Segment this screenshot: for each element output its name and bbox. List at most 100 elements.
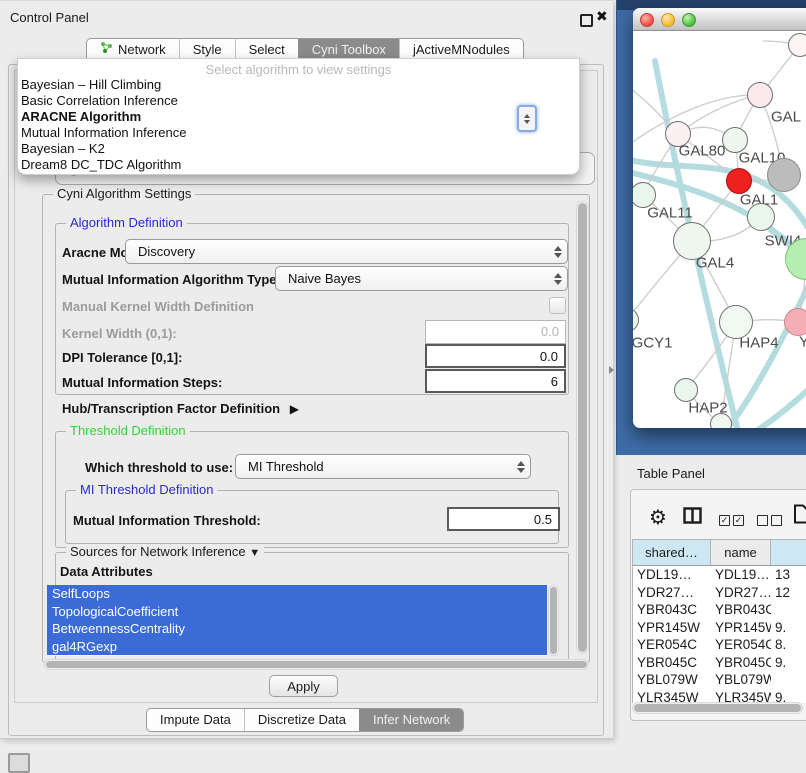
sources-title[interactable]: Sources for Network Inference ▼ [66,544,264,559]
stepper-icon [549,240,567,263]
desktop: { "control_panel": { "title": "Control P… [0,0,806,762]
network-window-titlebar[interactable] [633,8,806,31]
split-columns-icon[interactable] [683,507,702,524]
table-row[interactable]: YBL079WYBL079W [633,671,806,689]
network-node[interactable] [710,413,732,428]
dpi-tolerance-field[interactable]: 0.0 [425,344,566,368]
table-cell [771,601,806,619]
control-panel-title: Control Panel [10,10,89,25]
mi-threshold-field[interactable]: 0.5 [447,507,560,531]
tab-discretize-data[interactable]: Discretize Data [244,709,359,731]
table-row[interactable]: YBR043CYBR043C [633,601,806,619]
network-node-gal[interactable] [747,82,773,108]
sources-title-text: Sources for Network Inference [70,544,246,559]
manual-kernel-width-checkbox[interactable] [549,297,566,314]
mi-algorithm-type-label: Mutual Information Algorithm Type: [62,272,281,287]
checked-pair-icon[interactable]: ✓✓ [719,512,744,527]
dropdown-item-bayesian-hill-climbing[interactable]: Bayesian – Hill Climbing [18,77,579,93]
dpi-tolerance-label: DPI Tolerance [0,1]: [62,350,182,365]
tab-infer-network[interactable]: Infer Network [359,709,463,731]
close-traffic-icon[interactable] [640,13,654,27]
table-cell: YBL079W [633,671,711,689]
settings-vertical-scrollbar[interactable] [576,201,589,654]
minimized-panel-icon[interactable] [8,753,30,773]
close-icon[interactable]: ✖ [596,8,608,25]
scrollbar-thumb[interactable] [578,203,587,652]
table-cell: 9. [771,619,806,637]
kernel-width-field[interactable]: 0.0 [425,320,566,344]
table-cell: YDR27… [633,584,711,602]
stepper-icon [549,267,567,290]
tab-label: Discretize Data [258,709,346,731]
table-row[interactable]: YDL19…YDL19…13 [633,566,806,584]
stepper-icon [512,455,530,478]
dropdown-item-bayesian-k2[interactable]: Bayesian – K2 [18,141,579,157]
list-vertical-scrollbar[interactable] [548,585,559,656]
network-node-swi4[interactable] [747,203,775,231]
network-node-y[interactable] [784,308,806,336]
table-row[interactable]: YLR345WYLR345W9. [633,689,806,704]
node-label-hap4: HAP4 [739,335,778,352]
table-cell: YBR043C [711,601,771,619]
settings-horizontal-scrollbar[interactable] [44,659,589,670]
mi-algorithm-type-combo[interactable]: Naive Bayes [275,266,568,291]
table-body: YDL19…YDL19…13YDR27…YDR27…12YBR043CYBR04… [633,566,806,703]
network-node-gal1[interactable] [726,168,752,194]
node-label-gal4: GAL4 [696,255,734,272]
scrollbar-thumb[interactable] [634,704,801,712]
document-icon[interactable] [793,504,806,524]
network-node[interactable] [788,33,806,57]
table-horizontal-scrollbar[interactable] [632,702,803,714]
dropdown-item-dream8-dc-tdc-algorithm[interactable]: Dream8 DC_TDC Algorithm [18,157,579,173]
column-header-name[interactable]: name [711,540,771,565]
apply-button[interactable]: Apply [269,675,338,697]
combo-stepper-focused[interactable] [517,105,537,132]
cyni-algorithm-settings-title: Cyni Algorithm Settings [53,186,195,201]
column-header-a[interactable]: A [771,540,806,565]
node-attribute-table[interactable]: shared…nameA YDL19…YDL19…13YDR27…YDR27…1… [632,539,806,703]
float-window-icon[interactable] [580,14,593,27]
dropdown-item-aracne-algorithm[interactable]: ARACNE Algorithm [18,109,579,125]
attribute-item-topologicalcoefficient[interactable]: TopologicalCoefficient [47,603,547,621]
table-cell: 8. [771,636,806,654]
which-threshold-combo[interactable]: MI Threshold [235,454,531,479]
mi-algorithm-type-value: Naive Bayes [276,271,549,286]
aracne-mode-combo[interactable]: Discovery [125,239,568,264]
node-label-y: Y [799,334,806,351]
attribute-item-selfloops[interactable]: SelfLoops [47,585,547,603]
dropdown-placeholder: Select algorithm to view settings [18,59,579,77]
dropdown-item-mutual-information-inference[interactable]: Mutual Information Inference [18,125,579,141]
collapse-down-icon: ▼ [249,547,260,559]
column-header-shared[interactable]: shared… [633,540,711,565]
hub-definition-toggle[interactable]: Hub/Transcription Factor Definition ▶ [62,401,299,416]
mi-threshold-title: MI Threshold Definition [76,482,217,497]
mi-steps-field[interactable]: 6 [425,369,566,393]
table-cell: YBL079W [711,671,771,689]
scrollbar-thumb[interactable] [46,661,587,668]
attribute-item-betweennesscentrality[interactable]: BetweennessCentrality [47,620,547,638]
network-canvas[interactable]: GALGAL80GAL10GAL1GAL11SWI4GAL4GCY1HAP4YH… [633,31,806,428]
tab-label: Impute Data [160,709,231,731]
table-row[interactable]: YBR045CYBR045C9. [633,654,806,672]
node-label-gal11: GAL11 [647,205,693,222]
stepper-up-icon [524,114,530,118]
gear-icon[interactable]: ⚙ [649,505,667,530]
tab-impute-data[interactable]: Impute Data [147,709,244,731]
network-node-hap2[interactable] [674,378,698,402]
scrollbar-thumb[interactable] [550,587,557,654]
data-attributes-list[interactable]: SelfLoopsTopologicalCoefficientBetweenne… [47,585,547,656]
table-row[interactable]: YDR27…YDR27…12 [633,584,806,602]
splitter-arrow-icon[interactable] [609,366,614,374]
table-row[interactable]: YER054CYER054C8. [633,636,806,654]
control-panel-window: Control Panel ✖ NetworkStyleSelectCyni T… [0,0,613,739]
table-cell: 9. [771,654,806,672]
minimize-traffic-icon[interactable] [661,13,675,27]
attribute-item-gal4rgexp[interactable]: gal4RGexp [47,638,547,656]
table-cell: YBR045C [633,654,711,672]
dropdown-item-basic-correlation-inference[interactable]: Basic Correlation Inference [18,93,579,109]
table-row[interactable]: YPR145WYPR145W9. [633,619,806,637]
table-cell: 12 [771,584,806,602]
zoom-traffic-icon[interactable] [682,13,696,27]
network-node[interactable] [767,158,801,192]
unchecked-pair-icon[interactable] [757,512,782,527]
